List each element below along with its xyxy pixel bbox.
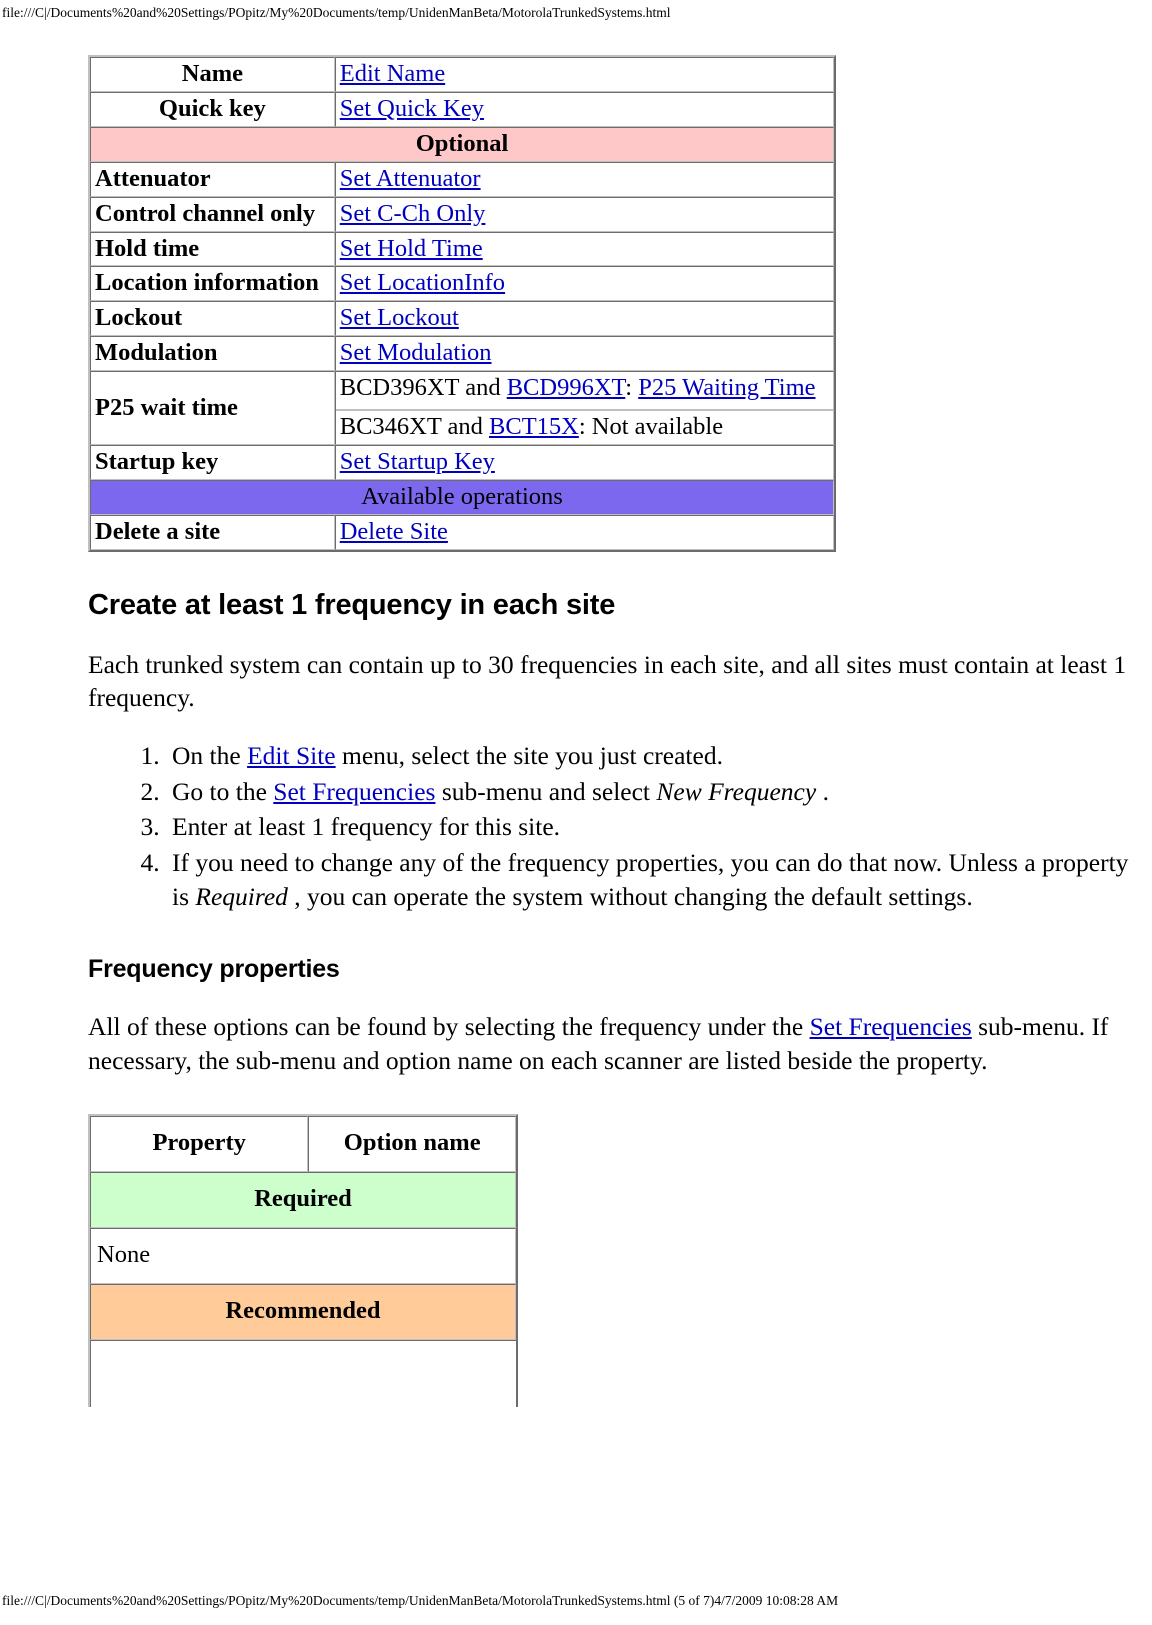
row-label-name: Name <box>90 57 335 92</box>
link-set-attenuator[interactable]: Set Attenuator <box>340 165 481 192</box>
frequency-steps-list: On the Edit Site menu, select the site y… <box>88 739 1144 913</box>
table-row: Modulation Set Modulation <box>90 336 834 372</box>
link-edit-site[interactable]: Edit Site <box>247 741 336 770</box>
row-value-location-information: Set LocationInfo <box>334 266 834 302</box>
table-row-band-operations: Available operations <box>90 479 834 515</box>
row-value-quick-key: Set Quick Key <box>334 91 834 127</box>
step2-post: sub-menu and select <box>435 776 657 806</box>
table-row-band-required: Required <box>90 1171 516 1228</box>
row-label-lockout: Lockout <box>90 301 335 337</box>
page-footer-url: file:///C|/Documents%20and%20Settings/PO… <box>2 1593 839 1608</box>
frequency-properties-table: Property Option name Required None Recom… <box>88 1113 518 1407</box>
row-label-location-information: Location information <box>90 266 335 302</box>
link-edit-name[interactable]: Edit Name <box>340 60 445 87</box>
p25-line-1: BCD396XT and BCD996XT: P25 Waiting Time <box>335 372 833 412</box>
row-label-quick-key: Quick key <box>90 91 335 127</box>
table-row: Attenuator Set Attenuator <box>90 161 834 197</box>
row-label-hold-time: Hold time <box>90 231 335 267</box>
row-label-attenuator: Attenuator <box>90 161 335 197</box>
band-recommended-label: Recommended <box>90 1283 516 1340</box>
table-row: Lockout Set Lockout <box>90 301 834 337</box>
p25-line2-post: : Not available <box>578 413 724 441</box>
row-value-hold-time: Set Hold Time <box>334 231 834 267</box>
table-row: BCD396XT and BCD996XT: P25 Waiting Time <box>335 372 833 412</box>
link-p25-waiting-time[interactable]: P25 Waiting Time <box>638 374 815 401</box>
band-available-operations-label: Available operations <box>90 479 834 515</box>
table-row-band-optional: Optional <box>90 126 834 162</box>
link-set-c-ch-only[interactable]: Set C-Ch Only <box>340 200 486 227</box>
row-label-none: None <box>90 1227 516 1284</box>
table-row: Location information Set LocationInfo <box>90 266 834 302</box>
p25-line2-pre: BC346XT and <box>339 413 490 441</box>
link-set-locationinfo[interactable]: Set LocationInfo <box>340 269 505 296</box>
row-value-p25-wait-time: BCD396XT and BCD996XT: P25 Waiting Time … <box>334 371 834 445</box>
row-label-startup-key: Startup key <box>90 444 335 480</box>
table-row: Hold time Set Hold Time <box>90 231 834 267</box>
table-row: P25 wait time BCD396XT and BCD996XT: P25… <box>90 371 834 445</box>
row-label-control-channel-only: Control channel only <box>90 196 335 232</box>
link-set-quick-key[interactable]: Set Quick Key <box>340 95 484 122</box>
paragraph-frequency-intro: Each trunked system can contain up to 30… <box>88 649 1127 713</box>
table-row: Quick key Set Quick Key <box>90 91 834 127</box>
heading-frequency-properties: Frequency properties <box>88 955 340 984</box>
row-value-startup-key: Set Startup Key <box>334 444 834 480</box>
document-content: Name Edit Name Quick key Set Quick Key O… <box>88 55 1144 1407</box>
column-header-option-name: Option name <box>308 1115 516 1172</box>
p25-line-2: BC346XT and BCT15X: Not available <box>336 411 833 444</box>
link-bct15x[interactable]: BCT15X <box>489 413 579 440</box>
step1-post: menu, select the site you just created. <box>335 741 723 770</box>
row-value-control-channel-only: Set C-Ch Only <box>334 196 834 232</box>
heading-create-frequency: Create at least 1 frequency in each site <box>88 588 616 621</box>
step4-italic: Required <box>195 881 288 911</box>
link-set-frequencies-2[interactable]: Set Frequencies <box>810 1012 972 1041</box>
link-set-startup-key[interactable]: Set Startup Key <box>340 448 495 475</box>
p25-wait-time-subtable: BCD396XT and BCD996XT: P25 Waiting Time … <box>335 372 833 444</box>
table-row: BC346XT and BCT15X: Not available <box>336 411 833 444</box>
list-item: On the Edit Site menu, select the site y… <box>166 739 1144 773</box>
step2-italic: New Frequency <box>656 776 817 806</box>
list-item: If you need to change any of the frequen… <box>166 846 1144 913</box>
link-set-modulation[interactable]: Set Modulation <box>340 339 492 366</box>
list-item: Enter at least 1 frequency for this site… <box>166 810 1144 844</box>
table-row-band-recommended: Recommended <box>90 1283 516 1340</box>
step4-tail: , you can operate the system without cha… <box>287 881 973 911</box>
step2-pre: Go to the <box>172 776 274 806</box>
band-optional-label: Optional <box>90 126 834 162</box>
properties-intro-pre: All of these options can be found by sel… <box>88 1012 810 1042</box>
row-value-name: Edit Name <box>334 57 834 92</box>
row-value-lockout: Set Lockout <box>334 301 834 337</box>
paragraph-properties-intro: All of these options can be found by sel… <box>88 1010 1144 1077</box>
link-set-hold-time[interactable]: Set Hold Time <box>340 235 483 262</box>
row-empty-cell <box>90 1339 516 1407</box>
link-set-frequencies[interactable]: Set Frequencies <box>273 777 435 806</box>
table-row: None <box>90 1227 516 1284</box>
table-row: Control channel only Set C-Ch Only <box>90 196 834 232</box>
column-header-property: Property <box>90 1115 309 1172</box>
p25-line1-pre: BCD396XT and <box>339 374 507 402</box>
table-row-empty <box>90 1339 516 1407</box>
table-header-row: Property Option name <box>90 1115 516 1172</box>
row-label-modulation: Modulation <box>90 336 335 372</box>
page-header-url: file:///C|/Documents%20and%20Settings/PO… <box>2 5 671 20</box>
p25-line1-mid: : <box>625 374 639 402</box>
step1-pre: On the <box>172 741 248 770</box>
row-label-delete-a-site: Delete a site <box>90 514 335 550</box>
band-required-label: Required <box>90 1171 516 1228</box>
table-row: Delete a site Delete Site <box>90 514 834 550</box>
row-value-attenuator: Set Attenuator <box>334 161 834 197</box>
link-delete-site[interactable]: Delete Site <box>340 518 448 545</box>
row-value-modulation: Set Modulation <box>334 336 834 372</box>
table-row: Startup key Set Startup Key <box>90 444 834 480</box>
list-item: Go to the Set Frequencies sub-menu and s… <box>166 775 1144 809</box>
row-value-delete-a-site: Delete Site <box>334 514 834 550</box>
step2-tail: . <box>816 776 829 806</box>
step3-text: Enter at least 1 frequency for this site… <box>172 812 561 842</box>
site-properties-table: Name Edit Name Quick key Set Quick Key O… <box>88 55 836 552</box>
table-row: Name Edit Name <box>90 57 834 92</box>
link-bcd996xt[interactable]: BCD996XT <box>507 374 626 401</box>
link-set-lockout[interactable]: Set Lockout <box>340 304 459 331</box>
row-label-p25-wait-time: P25 wait time <box>90 371 335 445</box>
